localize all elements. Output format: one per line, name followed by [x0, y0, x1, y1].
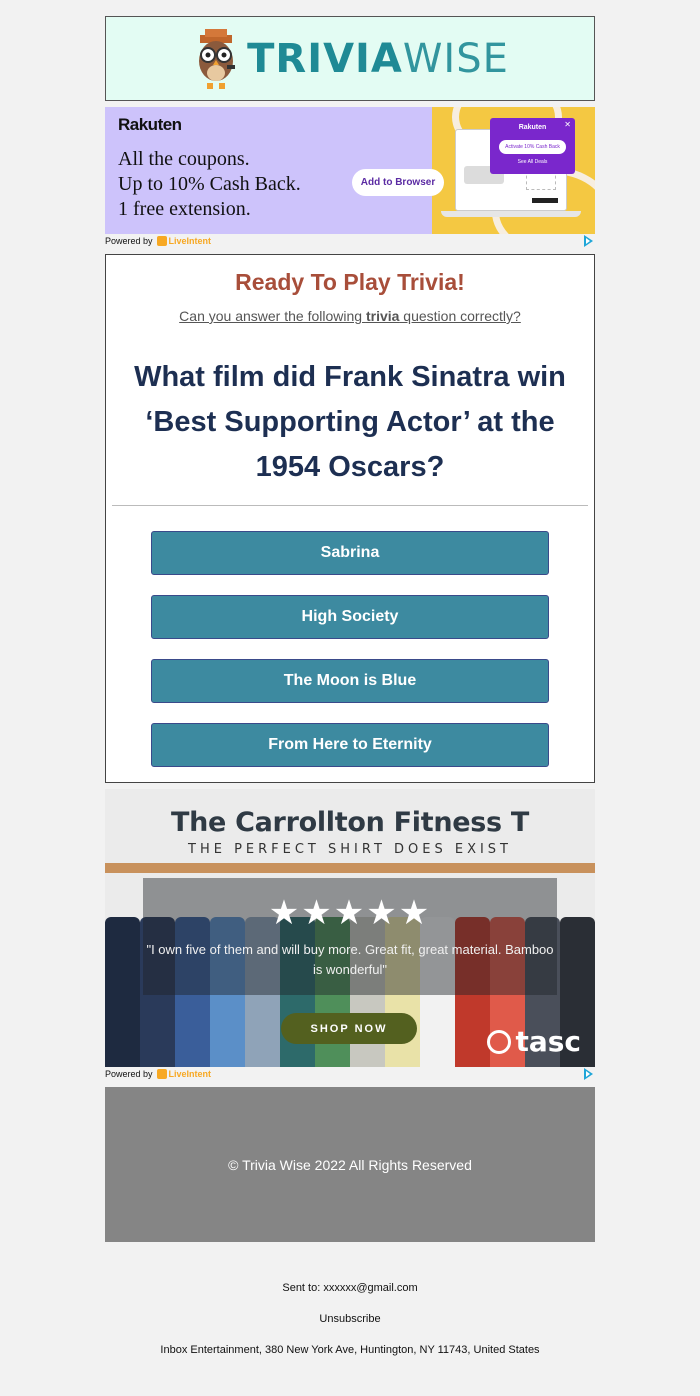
email-page: TRIVIA WISE Rakuten All the coupons. Up … — [0, 0, 700, 1396]
clothing-rod — [105, 863, 595, 873]
powered-by-label: Powered by — [105, 1069, 153, 1079]
ad-line-3: 1 free extension. — [118, 198, 251, 220]
ad-title: The Carrollton Fitness T — [170, 807, 530, 838]
popup-brand: Rakuten — [518, 124, 547, 131]
ad-line-1: All the coupons. — [118, 148, 250, 170]
logo-trivia: TRIVIA — [247, 35, 403, 82]
ad-line-2: Up to 10% Cash Back. — [118, 173, 301, 195]
add-to-browser-button[interactable]: Add to Browser — [352, 169, 444, 196]
footer-banner: © Trivia Wise 2022 All Rights Reserved — [105, 1087, 595, 1242]
owl-mascot-icon — [199, 28, 236, 89]
powered-by-bar[interactable]: Powered by LiveIntent — [105, 234, 595, 248]
powered-by-bar-bottom[interactable]: Powered by LiveIntent — [105, 1067, 595, 1081]
review-quote: "I own five of them and will buy more. G… — [146, 942, 554, 977]
popup-see-deals: See All Deals — [517, 159, 548, 165]
rakuten-logo: Rakuten — [118, 115, 182, 134]
logo-wise: WISE — [402, 35, 509, 82]
header-banner[interactable]: TRIVIA WISE — [105, 16, 595, 101]
adchoices-icon[interactable] — [584, 1068, 593, 1080]
rakuten-ad[interactable]: Rakuten All the coupons. Up to 10% Cash … — [105, 107, 595, 234]
company-address: Inbox Entertainment, 380 New York Ave, H… — [160, 1344, 540, 1356]
trivia-title: Ready To Play Trivia! — [235, 269, 465, 295]
popup-activate-button: Activate 10% Cash Back — [499, 140, 566, 154]
copyright-text: © Trivia Wise 2022 All Rights Reserved — [228, 1156, 472, 1173]
tasc-logo: tasc — [487, 1025, 581, 1058]
trivia-card: Ready To Play Trivia! Can you answer the… — [105, 254, 595, 783]
extension-popup: ✕ Rakuten Activate 10% Cash Back See All… — [490, 118, 575, 174]
liveintent-icon — [156, 236, 167, 246]
answer-button-high-society[interactable]: High Society — [151, 595, 549, 639]
unsubscribe-link[interactable]: Unsubscribe — [0, 1313, 700, 1325]
divider — [112, 505, 588, 506]
answer-button-sabrina[interactable]: Sabrina — [151, 531, 549, 575]
trivia-subtitle: Can you answer the following trivia ques… — [179, 308, 521, 324]
shop-now-button[interactable]: SHOP NOW — [281, 1013, 417, 1044]
laptop-base — [441, 211, 581, 217]
liveintent-name: LiveIntent — [168, 1069, 212, 1079]
liveintent-name: LiveIntent — [168, 236, 212, 246]
tasc-ad[interactable]: The Carrollton Fitness T THE PERFECT SHI… — [105, 789, 595, 1067]
ad-tagline: THE PERFECT SHIRT DOES EXIST — [188, 842, 512, 857]
logo-text: TRIVIA WISE — [247, 36, 509, 82]
answer-button-from-here-to-eternity[interactable]: From Here to Eternity — [151, 723, 549, 767]
tasc-icon — [487, 1029, 512, 1054]
answer-button-moon-is-blue[interactable]: The Moon is Blue — [151, 659, 549, 703]
powered-by-label: Powered by — [105, 236, 153, 246]
sent-to-text: Sent to: xxxxxx@gmail.com — [282, 1282, 418, 1294]
trivia-question: What film did Frank Sinatra win ‘Best Su… — [134, 361, 566, 483]
rating-stars: ★★★★★ — [268, 894, 432, 932]
liveintent-icon — [156, 1069, 167, 1079]
adchoices-icon[interactable] — [584, 235, 593, 247]
